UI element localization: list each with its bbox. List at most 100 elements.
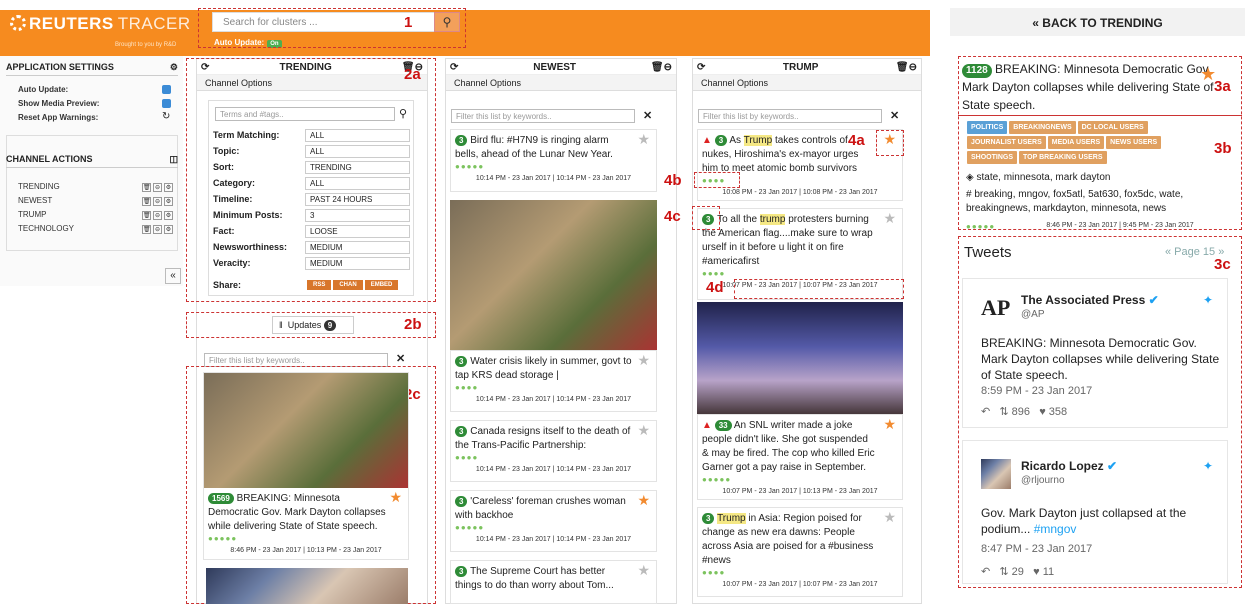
updates-button[interactable]: ‖ Updates 9 [272,316,354,334]
newest-card-5[interactable]: 3 The Supreme Court has better things to… [450,560,657,604]
newest-column-header: ⟳ NEWEST 🗑⊖ [446,59,676,75]
tweet-handle[interactable]: @AP [1021,309,1045,320]
trump-filter-input[interactable]: Filter this list by keywords.. [698,109,882,123]
tweet-card-ap[interactable]: AP The Associated Press ✔ @AP ✦ BREAKING… [962,278,1228,428]
reuters-logo-icon [10,15,26,31]
refresh-icon[interactable]: ⟳ [450,62,458,73]
tag-chip[interactable]: TOP BREAKING USERS [1019,151,1107,164]
remove-icon[interactable]: ⊖ [153,211,162,220]
newest-card-3[interactable]: 3 Canada resigns itself to the death of … [450,420,657,482]
tweet-handle[interactable]: @rljourno [1021,475,1065,486]
trash-icon[interactable]: 🗑⊖ [651,62,672,73]
star-icon[interactable]: ★ [883,510,896,524]
callout-box-4d [734,279,904,299]
newest-filter-input[interactable]: Filter this list by keywords.. [451,109,635,123]
tweet-time: 8:47 PM - 23 Jan 2017 [981,543,1093,555]
like-icon[interactable]: ♥ [1033,566,1040,578]
remove-icon[interactable]: ⊖ [153,183,162,192]
clear-filter-icon[interactable]: ✕ [890,109,899,122]
verified-icon: ✔ [1107,459,1118,473]
star-icon[interactable]: ★ [637,423,650,437]
tag-chip[interactable]: BREAKINGNEWS [1009,121,1076,134]
callout-2a: 2a [404,66,421,83]
settings-icon[interactable]: ⚙ [164,211,173,220]
collapse-panel-button[interactable]: « [165,268,181,284]
columns-icon: ◫ [169,154,178,164]
callout-3c: 3c [1214,256,1231,273]
channel-options-toggle[interactable]: Channel Options [693,75,921,91]
trending-card[interactable]: 1569 BREAKING: Minnesota Democratic Gov.… [203,372,409,560]
star-icon[interactable]: ★ [637,132,650,146]
star-icon[interactable]: ★ [883,417,896,431]
reset-icon[interactable]: ↻ [162,111,170,122]
tag-chip[interactable]: DC LOCAL USERS [1077,121,1148,134]
settings-icon[interactable]: ⚙ [164,183,173,192]
clear-filter-icon[interactable]: ✕ [396,352,405,365]
channel-row-newest: NEWEST 🗑 ⊖ ⚙ [18,196,173,206]
warning-icon: ▲ [702,420,712,431]
clear-filter-icon[interactable]: ✕ [643,109,652,122]
trump-card-4[interactable]: 3 Trump in Asia: Region poised for chang… [697,507,903,597]
star-icon[interactable]: ★ [389,490,402,504]
callout-4d: 4d [706,279,724,296]
setting-media-preview-label: Show Media Preview: [18,99,100,108]
newest-card-2[interactable]: 3 Water crisis likely in summer, govt to… [450,350,657,412]
callout-4a: 4a [848,132,865,149]
callout-1: 1 [404,14,413,31]
media-preview-checkbox[interactable] [162,99,171,108]
avatar[interactable] [981,459,1011,489]
trump-card-1[interactable]: ▲ 3 As Trump takes controls of nukes, Hi… [697,129,903,201]
hashtag-link[interactable]: #mngov [1034,522,1077,536]
like-icon[interactable]: ♥ [1039,406,1046,418]
star-icon[interactable]: ★ [637,563,650,577]
back-to-trending-button[interactable]: « BACK TO TRENDING [950,8,1245,36]
star-icon[interactable]: ★ [637,493,650,507]
newest-card-4[interactable]: 3 'Careless' foreman crushes woman with … [450,490,657,552]
newest-card-1[interactable]: 3 Bird flu: #H7N9 is ringing alarm bells… [450,129,657,192]
trump-column-header: ⟳ TRUMP 🗑⊖ [693,59,921,75]
callout-box-4b [694,172,740,188]
delete-icon[interactable]: 🗑 [142,211,151,220]
tag-chip[interactable]: SHOOTINGS [967,151,1018,164]
water-crisis-photo [450,200,657,350]
settings-icon[interactable]: ⚙ [164,197,173,206]
channel-row-trending: TRENDING 🗑 ⊖ ⚙ [18,182,173,192]
tagline: Brought to you by R&D [115,42,177,48]
tag-chip[interactable]: MEDIA USERS [1047,136,1105,149]
twitter-icon: ✦ [1202,293,1213,307]
retweet-icon[interactable]: ⇅ [999,406,1008,418]
reuters-logo: REUTERS TRACER [10,14,191,34]
tweet-actions: ↶ ⇅ 29 ♥ 11 [981,566,1055,578]
delete-icon[interactable]: 🗑 [142,225,151,234]
settings-icon[interactable]: ⚙ [164,225,173,234]
reply-icon[interactable]: ↶ [981,566,990,578]
channel-list: TRENDING 🗑 ⊖ ⚙ NEWEST 🗑 ⊖ ⚙ TRUMP 🗑 ⊖ ⚙ TECHNOLOG… [18,182,173,238]
warning-icon: ▲ [702,135,712,146]
tweet-author[interactable]: The Associated Press ✔ [1021,293,1159,307]
tag-chip[interactable]: NEWS USERS [1106,136,1162,149]
channel-options-toggle[interactable]: Channel Options [446,75,676,91]
twitter-icon: ✦ [1202,459,1213,473]
star-icon[interactable]: ★ [883,211,896,225]
star-icon[interactable]: ★ [637,353,650,367]
tag-chip[interactable]: POLITICS [967,121,1008,134]
gear-icon: ⚙ [169,62,178,72]
retweet-icon[interactable]: ⇅ [999,566,1008,578]
reply-icon[interactable]: ↶ [981,406,990,418]
trending-filter-input[interactable]: Filter this list by keywords.. [204,353,388,367]
refresh-icon[interactable]: ⟳ [697,62,705,73]
tag-chip[interactable]: JOURNALIST USERS [967,136,1046,149]
delete-icon[interactable]: 🗑 [142,197,151,206]
tweet-card-ricardo[interactable]: Ricardo Lopez ✔ @rljourno ✦ Gov. Mark Da… [962,440,1228,584]
auto-update-checkbox[interactable] [162,85,171,94]
trash-icon[interactable]: 🗑⊖ [896,62,917,73]
remove-icon[interactable]: ⊖ [153,225,162,234]
remove-icon[interactable]: ⊖ [153,197,162,206]
trump-card-3[interactable]: ▲ 33 An SNL writer made a joke people di… [697,414,903,500]
setting-reset-warnings-label: Reset App Warnings: [18,113,99,122]
tweet-author[interactable]: Ricardo Lopez ✔ [1021,459,1117,473]
channel-actions-header: CHANNEL ACTIONS ◫ [6,150,178,168]
callout-box-4c [692,206,720,230]
delete-icon[interactable]: 🗑 [142,183,151,192]
channel-row-trump: TRUMP 🗑 ⊖ ⚙ [18,210,173,220]
